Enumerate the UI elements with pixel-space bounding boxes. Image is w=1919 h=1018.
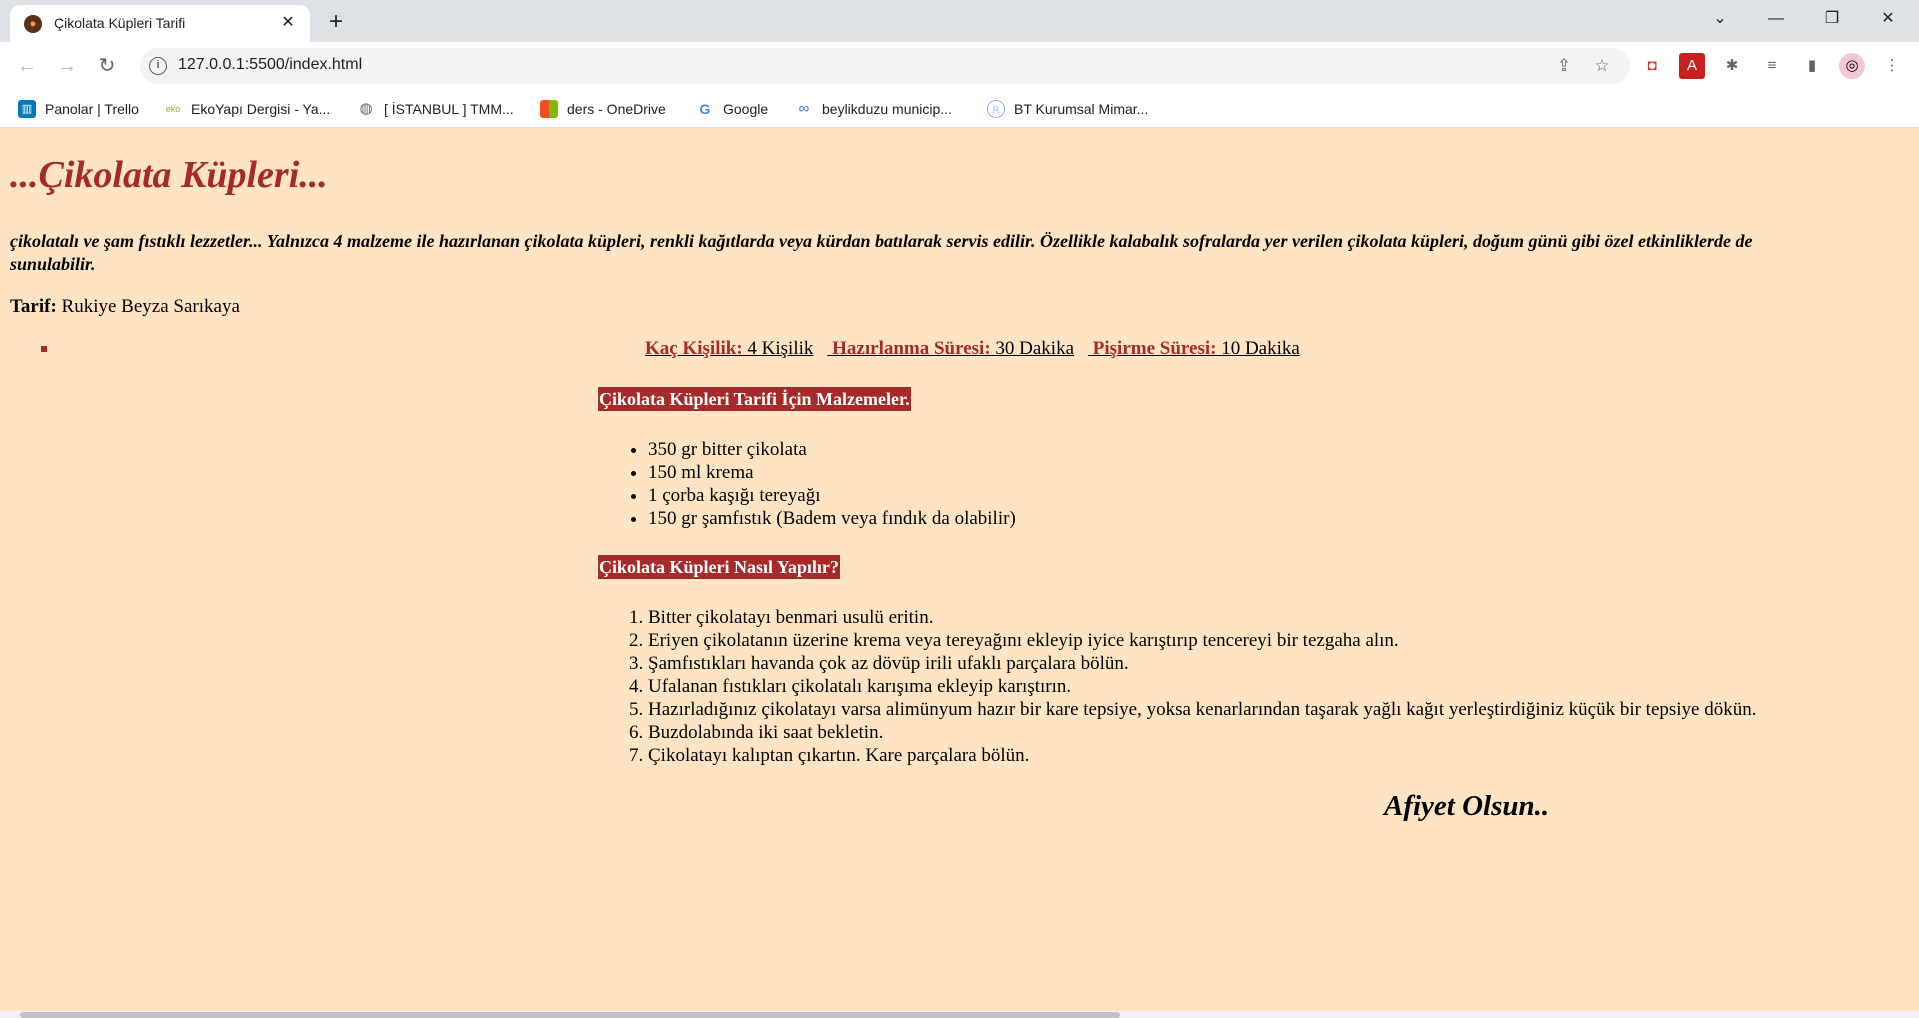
menu-kebab-icon[interactable]: ⋮ xyxy=(1879,53,1905,79)
bookmark-item[interactable]: ders - OneDrive xyxy=(540,98,666,120)
profile-avatar-icon[interactable]: ◎ xyxy=(1839,53,1865,79)
tab-strip: ● Çikolata Küpleri Tarifi ✕ + ⌄ — ❐ ✕ xyxy=(0,0,1919,42)
bookmark-label: Panolar | Trello xyxy=(45,101,139,117)
steps-heading: Çikolata Küpleri Nasıl Yapılır? xyxy=(598,555,840,579)
list-item: Eriyen çikolatanın üzerine krema veya te… xyxy=(648,629,1757,652)
br-icon: R xyxy=(987,100,1005,118)
closing-text: Afiyet Olsun.. xyxy=(1384,790,1550,822)
address-bar[interactable]: i 127.0.0.1:5500/index.html ⇪ ☆ xyxy=(140,48,1630,84)
bookmark-item[interactable]: ◍ [ İSTANBUL ] TMM... xyxy=(357,98,514,120)
share-icon[interactable]: ⇪ xyxy=(1552,54,1576,78)
intro-text: çikolatalı ve şam fıstıklı lezzetler... … xyxy=(10,231,1753,274)
list-item: 1 çorba kaşığı tereyağı xyxy=(648,484,1016,507)
servings-value: 4 Kişilik xyxy=(747,338,814,359)
steps-list: Bitter çikolatayı benmari usulü eritin. … xyxy=(648,606,1757,767)
close-window-button[interactable]: ✕ xyxy=(1862,0,1914,38)
list-item: Buzdolabında iki saat bekletin. xyxy=(648,721,1757,744)
google-icon: G xyxy=(699,101,711,117)
page-title: ...Çikolata Küpleri... xyxy=(10,154,328,196)
url-text[interactable]: 127.0.0.1:5500/index.html xyxy=(178,56,362,74)
pocket-extension-icon[interactable]: ◘ xyxy=(1639,53,1665,79)
tab-title: Çikolata Küpleri Tarifi xyxy=(54,15,186,31)
list-item: 350 gr bitter çikolata xyxy=(648,438,1016,461)
microsoft-icon xyxy=(540,100,558,118)
pdf-extension-icon[interactable]: A xyxy=(1679,53,1705,79)
list-square-bullet xyxy=(41,346,47,352)
browser-toolbar: ← → ↻ i 127.0.0.1:5500/index.html ⇪ ☆ ◘ … xyxy=(0,42,1919,90)
reload-icon[interactable]: ↻ xyxy=(93,52,121,80)
chocolate-favicon-icon: ● xyxy=(24,15,42,33)
author-line: Tarif: Rukiye Beyza Sarıkaya xyxy=(10,296,240,318)
ingredients-list: 350 gr bitter çikolata 150 ml krema 1 ço… xyxy=(648,438,1016,530)
close-tab-icon[interactable]: ✕ xyxy=(276,11,300,35)
extensions-puzzle-icon[interactable]: ✱ xyxy=(1719,53,1745,79)
recipe-meta: Kaç Kişilik: 4 Kişilik Hazırlanma Süresi… xyxy=(645,338,1300,360)
bookmark-star-icon[interactable]: ☆ xyxy=(1590,54,1614,78)
forward-arrow-icon[interactable]: → xyxy=(53,52,81,80)
list-item: Ufalanan fıstıkları çikolatalı karışıma … xyxy=(648,675,1757,698)
browser-tab-active[interactable]: ● Çikolata Küpleri Tarifi ✕ xyxy=(10,5,310,42)
author-name: Rukiye Beyza Sarıkaya xyxy=(61,296,240,317)
bookmark-item[interactable]: R BT Kurumsal Mimar... xyxy=(987,98,1148,120)
bookmark-item[interactable]: ▥ Panolar | Trello xyxy=(18,98,139,120)
ingredients-heading: Çikolata Küpleri Tarifi İçin Malzemeler. xyxy=(598,387,911,411)
page-viewport: ...Çikolata Küpleri... çikolatalı ve şam… xyxy=(0,128,1919,1018)
bookmark-label: Google xyxy=(723,101,769,117)
list-item: Şamfıstıkları havanda çok az dövüp irili… xyxy=(648,652,1757,675)
tab-search-chevron-icon[interactable]: ⌄ xyxy=(1694,0,1746,38)
media-control-icon[interactable]: ≡ xyxy=(1759,53,1785,79)
bookmark-item[interactable]: eko EkoYapı Dergisi - Ya... xyxy=(164,98,331,120)
bookmarks-bar: ▥ Panolar | Trello eko EkoYapı Dergisi -… xyxy=(0,90,1919,128)
bookmark-label: [ İSTANBUL ] TMM... xyxy=(384,101,514,117)
link-icon: ∞ xyxy=(798,100,810,117)
list-item: 150 ml krema xyxy=(648,461,1016,484)
cook-time-value: 10 Dakika xyxy=(1221,338,1300,359)
restore-button[interactable]: ❐ xyxy=(1806,0,1858,38)
bookmark-label: BT Kurumsal Mimar... xyxy=(1014,101,1149,117)
back-arrow-icon[interactable]: ← xyxy=(13,52,41,80)
prep-time-value: 30 Dakika xyxy=(995,338,1075,359)
site-info-icon[interactable]: i xyxy=(149,57,167,75)
list-item: 150 gr şamfıstık (Badem veya fındık da o… xyxy=(648,507,1016,530)
globe-icon: ◍ xyxy=(359,100,373,117)
bookmark-label: EkoYapı Dergisi - Ya... xyxy=(191,101,331,117)
cook-time-label: Pişirme Süresi: xyxy=(1092,338,1217,359)
scrollbar-thumb[interactable] xyxy=(20,1012,1120,1018)
list-item: Bitter çikolatayı benmari usulü eritin. xyxy=(648,606,1757,629)
minimize-button[interactable]: — xyxy=(1750,0,1802,38)
horizontal-scrollbar[interactable] xyxy=(0,1011,1919,1018)
bookmark-item[interactable]: ∞ beylikduzu municip... xyxy=(795,98,952,120)
eko-icon: eko xyxy=(165,104,181,114)
bookmark-item[interactable]: G Google xyxy=(696,98,769,120)
bookmark-label: beylikduzu municip... xyxy=(822,101,952,117)
list-item: Hazırladığınız çikolatayı varsa alimünyu… xyxy=(648,698,1757,721)
list-item: Çikolatayı kalıptan çıkartın. Kare parça… xyxy=(648,744,1757,767)
trello-icon: ▥ xyxy=(18,100,36,118)
side-panel-icon[interactable]: ▮ xyxy=(1799,53,1825,79)
author-label: Tarif: xyxy=(10,296,57,317)
new-tab-button[interactable]: + xyxy=(322,9,350,37)
bookmark-label: ders - OneDrive xyxy=(567,101,666,117)
prep-time-label: Hazırlanma Süresi: xyxy=(832,338,991,359)
servings-label: Kaç Kişilik: xyxy=(645,338,743,359)
